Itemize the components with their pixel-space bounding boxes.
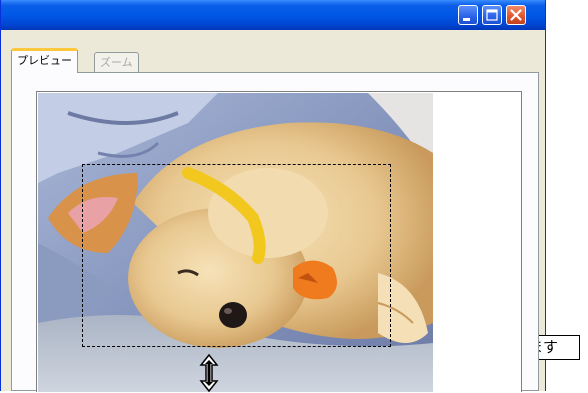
maximize-button[interactable] — [482, 5, 502, 25]
close-button[interactable] — [506, 5, 526, 25]
preview-area[interactable] — [36, 91, 522, 393]
tab-zoom[interactable]: ズーム — [94, 52, 139, 74]
preview-tab-panel — [11, 72, 539, 393]
scan-area-marquee[interactable] — [82, 164, 391, 347]
tab-zoom-label: ズーム — [100, 56, 133, 69]
scan-preview-window: プレビュー ズーム — [0, 0, 546, 393]
window-client-area: プレビュー ズーム — [5, 34, 541, 393]
vertical-resize-cursor-icon — [199, 353, 219, 393]
maximize-icon — [486, 9, 498, 21]
close-icon — [510, 9, 522, 21]
minimize-icon — [463, 18, 470, 21]
title-bar[interactable] — [1, 0, 545, 30]
tab-preview-label: プレビュー — [17, 54, 72, 67]
minimize-button[interactable] — [458, 5, 478, 25]
tab-preview[interactable]: プレビュー — [11, 48, 78, 73]
